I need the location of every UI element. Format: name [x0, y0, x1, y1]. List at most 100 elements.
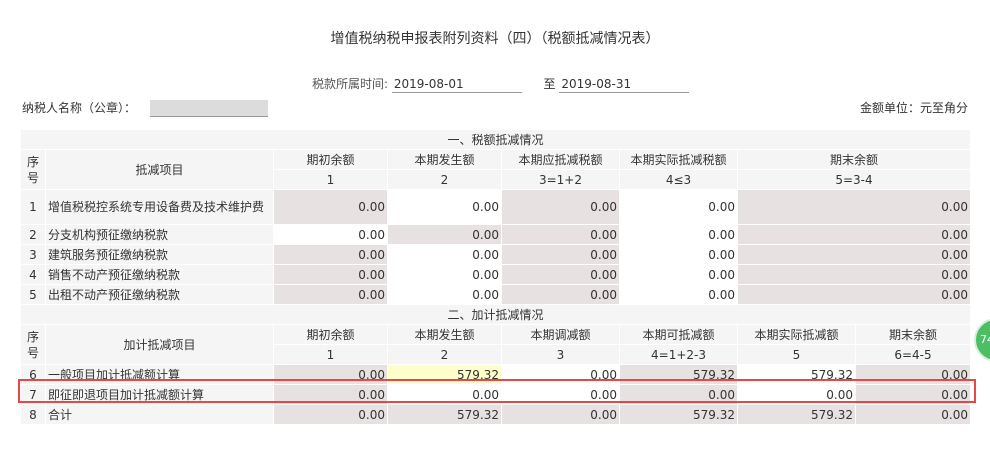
table-row: 1 增值税税控系统专用设备费及技术维护费 0.00 0.00 0.00 0.00…: [20, 189, 972, 225]
row-seq: 8: [20, 404, 46, 425]
value-cell: 0.00: [736, 224, 972, 245]
value-cell: 0.00: [273, 189, 388, 225]
row-seq: 2: [20, 224, 46, 245]
row-name: 销售不动产预征缴纳税款: [45, 264, 274, 285]
row-name: 建筑服务预征缴纳税款: [45, 244, 274, 265]
period-label: 税款所属时间:: [312, 77, 389, 91]
section1-title: 一、税额抵减情况: [19, 129, 972, 150]
taxpayer-name-blurred: [150, 100, 269, 117]
table-row: 2 分支机构预征缴纳税款 0.00 0.00 0.00 0.00 0.00: [20, 224, 972, 245]
value-cell[interactable]: 0.00: [501, 364, 620, 385]
value-cell: 0.00: [854, 384, 972, 405]
form-title: 增值税纳税申报表附列资料（四）（税额抵减情况表）: [330, 31, 660, 47]
col-header: 期末余额: [854, 324, 972, 345]
row-name: 增值税税控系统专用设备费及技术维护费: [45, 189, 274, 225]
value-cell: 0.00: [273, 264, 388, 285]
tax-period: 税款所属时间: 2019-08-01 至 2019-08-31: [312, 75, 690, 93]
col-header: 本期实际抵减额: [737, 324, 856, 345]
table-row: 4 销售不动产预征缴纳税款 0.00 0.00 0.00 0.00 0.00: [20, 264, 972, 285]
col-header: 期初余额: [273, 324, 388, 345]
taxpayer-label: 纳税人名称（公章）：: [22, 101, 137, 115]
value-cell: 0.00: [387, 224, 502, 245]
col-header: 本期实际抵减税额: [619, 149, 738, 170]
value-cell: 0.00: [501, 404, 620, 425]
row-name: 出租不动产预征缴纳税款: [45, 284, 274, 305]
row-seq: 4: [20, 264, 46, 285]
value-cell: 0.00: [736, 264, 972, 285]
col-header: 本期调减额: [501, 324, 620, 345]
value-cell: 0.00: [501, 264, 620, 285]
value-cell: 0.00: [736, 189, 972, 225]
value-cell: 0.00: [854, 364, 972, 385]
value-cell: 0.00: [854, 404, 972, 425]
col-header: 期初余额: [273, 149, 388, 170]
value-cell: 0.00: [501, 224, 620, 245]
value-cell: 0.00: [273, 284, 388, 305]
table-row: 8 合计 0.00 579.32 0.00 579.32 579.32 0.00: [20, 404, 972, 425]
value-cell[interactable]: 0.00: [737, 384, 856, 405]
row-seq: 1: [20, 189, 46, 225]
value-cell[interactable]: 0.00: [619, 284, 738, 305]
value-cell[interactable]: 0.00: [387, 189, 502, 225]
row-name: 合计: [45, 404, 274, 425]
value-cell: 579.32: [737, 404, 856, 425]
table-row: 3 建筑服务预征缴纳税款 0.00 0.00 0.00 0.00 0.00: [20, 244, 972, 265]
value-cell: 0.00: [273, 404, 388, 425]
seq-header: 序号: [20, 324, 46, 365]
period-separator: 至: [543, 77, 556, 91]
floating-side-button[interactable]: 74: [974, 318, 990, 362]
col-header: 本期可抵减额: [619, 324, 738, 345]
section2-title: 二、加计抵减情况: [19, 304, 972, 325]
value-cell[interactable]: 579.32: [387, 364, 502, 385]
value-cell[interactable]: 0.00: [273, 224, 388, 245]
col-code: 2: [387, 344, 502, 365]
col-code: 2: [387, 169, 502, 190]
col-header: 本期发生额: [387, 324, 502, 345]
value-cell[interactable]: 0.00: [619, 264, 738, 285]
col-header: 本期应抵减税额: [501, 149, 620, 170]
value-cell[interactable]: 0.00: [501, 384, 620, 405]
table-row: 6 一般项目加计抵减额计算 0.00 579.32 0.00 579.32 57…: [20, 364, 972, 385]
row-name: 一般项目加计抵减额计算: [45, 364, 274, 385]
col-code: 5: [737, 344, 856, 365]
item-header: 加计抵减项目: [45, 324, 274, 365]
value-cell: 0.00: [736, 244, 972, 265]
period-end-field[interactable]: 2019-08-31: [559, 77, 690, 93]
col-code: 1: [273, 344, 388, 365]
value-cell[interactable]: 579.32: [737, 364, 856, 385]
col-header: 本期发生额: [387, 149, 502, 170]
value-cell: 0.00: [273, 384, 388, 405]
row-seq: 7: [20, 384, 46, 405]
value-cell[interactable]: 0.00: [387, 284, 502, 305]
col-code: 5=3-4: [736, 169, 972, 190]
value-cell: 579.32: [619, 404, 738, 425]
value-cell[interactable]: 0.00: [619, 244, 738, 265]
value-cell[interactable]: 0.00: [387, 244, 502, 265]
period-start-field[interactable]: 2019-08-01: [391, 77, 522, 93]
row-name: 分支机构预征缴纳税款: [45, 224, 274, 245]
row-seq: 3: [20, 244, 46, 265]
table-row: 5 出租不动产预征缴纳税款 0.00 0.00 0.00 0.00 0.00: [20, 284, 972, 305]
col-code: 1: [273, 169, 388, 190]
col-code: 4≤3: [619, 169, 738, 190]
value-cell: 0.00: [501, 244, 620, 265]
value-cell[interactable]: 0.00: [387, 264, 502, 285]
value-cell: 0.00: [273, 244, 388, 265]
value-cell[interactable]: 0.00: [619, 224, 738, 245]
col-header: 期末余额: [736, 149, 972, 170]
col-code: 4=1+2-3: [619, 344, 738, 365]
value-cell: 0.00: [501, 284, 620, 305]
col-code: 6=4-5: [854, 344, 972, 365]
amount-unit: 金额单位：元至角分: [859, 101, 968, 115]
value-cell: 0.00: [273, 364, 388, 385]
value-cell[interactable]: 0.00: [387, 384, 502, 405]
seq-header: 序号: [20, 149, 46, 190]
value-cell[interactable]: 0.00: [619, 189, 738, 225]
deduction-table: 一、税额抵减情况 序号 抵减项目 期初余额 本期发生额 本期应抵减税额 本期实际…: [19, 129, 972, 425]
value-cell: 0.00: [619, 384, 738, 405]
value-cell: 579.32: [387, 404, 502, 425]
value-cell: 579.32: [619, 364, 738, 385]
table-row: 7 即征即退项目加计抵减额计算 0.00 0.00 0.00 0.00 0.00…: [20, 384, 972, 405]
row-seq: 6: [20, 364, 46, 385]
item-header: 抵减项目: [45, 149, 274, 190]
